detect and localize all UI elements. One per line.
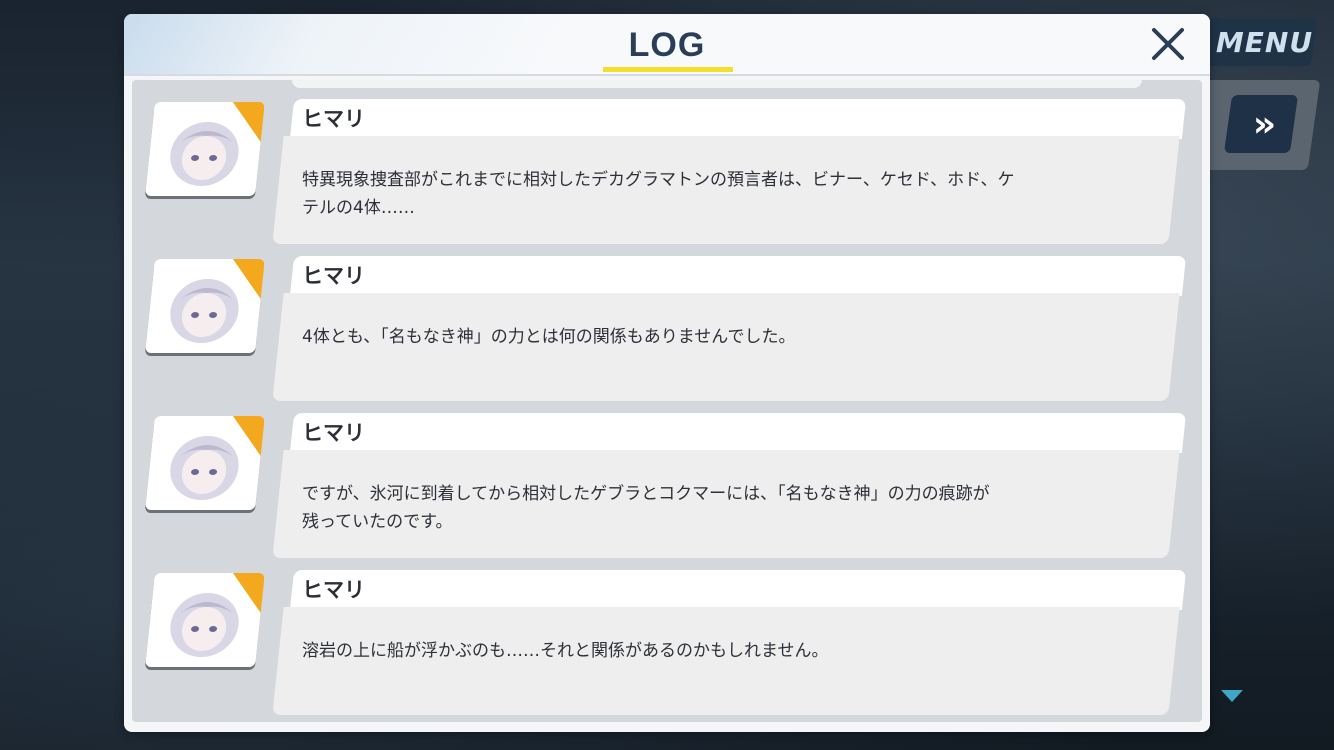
dialogue-box [272,607,1180,715]
scroll-down-indicator-icon[interactable] [1221,690,1243,702]
speaker-tab [289,413,1187,453]
speaker-avatar[interactable] [145,259,265,353]
close-icon [1152,28,1184,60]
speaker-tab [289,256,1187,296]
log-header: LOG [124,14,1210,76]
log-entry: ヒマリ 特異現象捜査部がこれまでに相対したデカグラマトンの預言者は、ビナー、ケセ… [132,99,1202,249]
himari-face-icon [170,416,265,500]
fast-forward-icon: » [1253,103,1269,145]
dialogue-line: テルの4体…… [302,198,415,218]
menu-button[interactable]: MENU [1192,18,1318,66]
speaker-tab [289,99,1187,139]
dialogue-box [272,450,1180,558]
menu-label: MENU [1216,25,1314,59]
log-panel: LOG ヒマリ 特異現象捜査部がこれまでに相対したデカグラマトンの預言者は、ビナ… [124,14,1210,732]
log-title: LOG [628,26,706,64]
speaker-name: ヒマリ [302,264,365,288]
dialogue-line: 特異現象捜査部がこれまでに相対したデカグラマトンの預言者は、ビナー、ケセド、ホド… [302,170,1015,190]
fast-forward-button[interactable]: » [1223,95,1299,153]
log-entry: ヒマリ 溶岩の上に船が浮かぶのも……それと関係があるのかもしれません。 [132,570,1202,720]
himari-face-icon [170,102,265,186]
dialogue-box [272,293,1180,401]
himari-face-icon [170,573,265,657]
speaker-tab [289,570,1187,610]
speaker-avatar[interactable] [145,416,265,510]
dialogue-line: ですが、氷河に到着してから相対したゲブラとコクマーには、「名もなき神」の力の痕跡… [302,484,990,504]
title-underline [603,67,733,72]
log-list[interactable]: ヒマリ 特異現象捜査部がこれまでに相対したデカグラマトンの預言者は、ビナー、ケセ… [132,80,1202,722]
speaker-avatar[interactable] [145,573,265,667]
dialogue-line: 残っていたのです。 [302,512,453,532]
himari-face-icon [170,259,265,343]
speaker-name: ヒマリ [302,421,365,445]
speaker-avatar[interactable] [145,102,265,196]
log-entry: ヒマリ 4体とも、「名もなき神」の力とは何の関係もありませんでした。 [132,256,1202,406]
dialogue-box [272,136,1180,244]
log-entry: ヒマリ ですが、氷河に到着してから相対したゲブラとコクマーには、「名もなき神」の… [132,413,1202,563]
dialogue-line: 溶岩の上に船が浮かぶのも……それと関係があるのかもしれません。 [302,641,829,661]
speaker-name: ヒマリ [302,107,365,131]
close-button[interactable] [1146,22,1190,66]
speaker-name: ヒマリ [302,578,365,602]
dialogue-line: 4体とも、「名もなき神」の力とは何の関係もありませんでした。 [302,327,796,347]
previous-entry-peek [292,80,1142,88]
